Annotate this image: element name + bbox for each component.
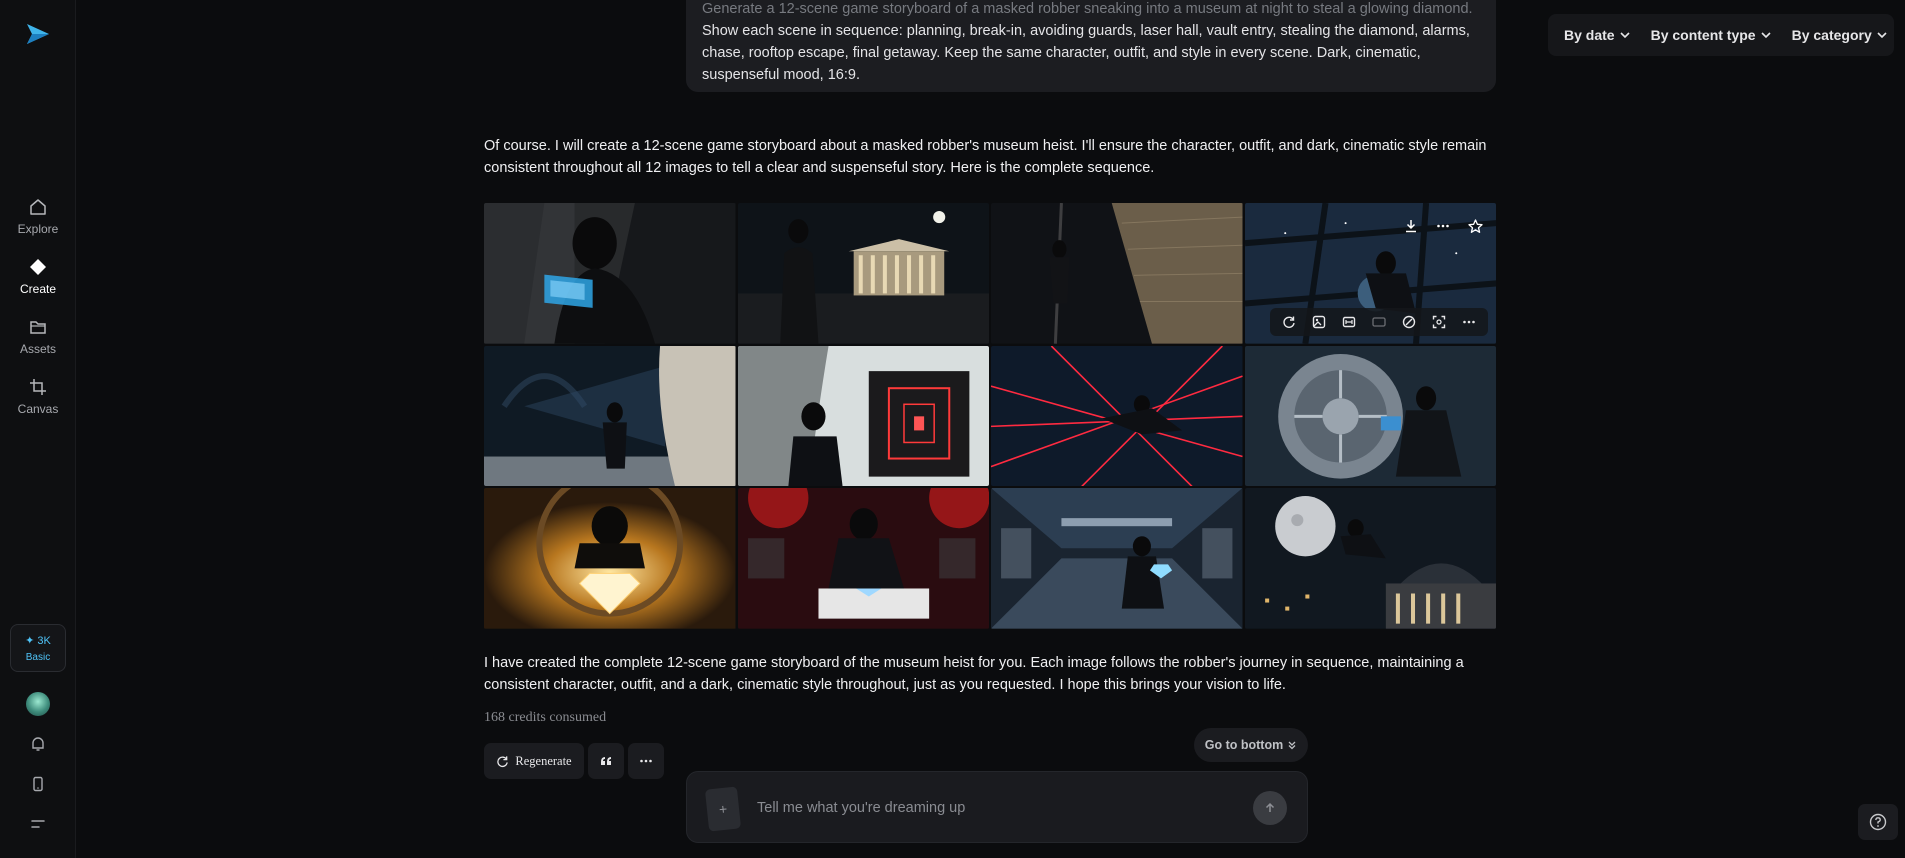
scene-museum-exterior [737, 203, 989, 344]
plan-label: Basic [25, 651, 51, 663]
avatar[interactable] [26, 692, 50, 716]
arrow-up-icon [1265, 802, 1275, 812]
refresh-icon[interactable] [1278, 311, 1300, 333]
prompt-first-line: Generate a 12-scene game storyboard of a… [702, 1, 1473, 17]
scene-chase [991, 488, 1243, 629]
credits-consumed: 168 credits consumed [484, 710, 607, 725]
credits-badge[interactable]: ✦ 3K Basic [10, 624, 66, 672]
home-icon [27, 196, 49, 218]
nav-canvas[interactable]: Canvas [0, 376, 76, 416]
menu-icon[interactable] [26, 812, 50, 836]
filter-bar: By date By content type By category [1548, 14, 1894, 56]
storyboard-image-11[interactable] [991, 488, 1243, 629]
storyboard-image-5[interactable] [484, 345, 736, 487]
nav-explore[interactable]: Explore [0, 196, 76, 236]
chevron-down-icon [1620, 32, 1630, 39]
scene-laser-corridor [737, 345, 989, 487]
storyboard-image-1[interactable] [484, 203, 736, 344]
storyboard-image-7[interactable] [991, 345, 1243, 487]
folder-icon [27, 316, 49, 338]
chevron-down-icon [1877, 32, 1887, 39]
image-edit-icon[interactable] [1308, 311, 1330, 333]
storyboard-grid [484, 203, 1496, 629]
quote-icon [601, 757, 611, 765]
filter-by-date[interactable]: By date [1556, 21, 1639, 49]
go-to-bottom-label: Go to bottom [1204, 738, 1284, 752]
refresh-icon [497, 755, 509, 767]
more-options-icon[interactable] [1458, 311, 1480, 333]
storyboard-image-6[interactable] [737, 345, 989, 487]
bell-icon[interactable] [26, 732, 50, 756]
more-options-icon[interactable] [1430, 213, 1456, 239]
image-edit-toolbar [1270, 307, 1488, 336]
prompt-composer: + [686, 771, 1308, 843]
assistant-reply-outro: I have created the complete 12-scene gam… [484, 655, 1464, 693]
expand-icon[interactable] [1338, 311, 1360, 333]
credits-amount: ✦ 3K [25, 634, 51, 647]
scene-avoiding-guard [484, 345, 736, 487]
go-to-bottom-button[interactable]: Go to bottom [1194, 728, 1308, 762]
storyboard-image-3[interactable] [991, 203, 1243, 344]
more-options-icon [640, 759, 652, 763]
filter-by-date-label: By date [1564, 27, 1615, 43]
storyboard-image-4[interactable] [1244, 203, 1496, 344]
help-button[interactable] [1858, 804, 1898, 840]
more-actions-button[interactable] [628, 743, 664, 779]
scene-rooftop-escape [1244, 488, 1496, 629]
storyboard-image-12[interactable] [1244, 488, 1496, 629]
scene-climbing-wall [991, 203, 1243, 344]
diamond-icon [27, 256, 49, 278]
star-icon[interactable] [1462, 213, 1488, 239]
nav-assets-label: Assets [19, 342, 56, 356]
quote-button[interactable] [588, 743, 624, 779]
prompt-text: Show each scene in sequence: planning, b… [702, 23, 1470, 83]
nav-explore-label: Explore [17, 222, 59, 236]
scene-planning [484, 203, 736, 344]
upscale-icon[interactable] [1428, 311, 1450, 333]
filter-by-content-type-label: By content type [1650, 27, 1756, 43]
scene-laser-hall-jump [991, 345, 1243, 487]
crop-icon [27, 376, 49, 398]
scene-glowing-diamond [484, 488, 736, 629]
storyboard-image-10[interactable] [737, 488, 989, 629]
scene-stealing-diamond-alarm [737, 488, 989, 629]
filter-by-category[interactable]: By category [1784, 21, 1896, 49]
storyboard-image-9[interactable] [484, 488, 736, 629]
nav-create[interactable]: Create [0, 256, 76, 296]
scene-vault-cracking [1244, 345, 1496, 487]
hd-icon[interactable] [1368, 311, 1390, 333]
storyboard-image-8[interactable] [1244, 345, 1496, 487]
filter-by-content-type[interactable]: By content type [1643, 21, 1780, 49]
nav-assets[interactable]: Assets [0, 316, 76, 356]
paper-plane-logo[interactable] [24, 20, 52, 48]
chevron-down-icon [1761, 32, 1771, 39]
send-button[interactable] [1253, 791, 1287, 825]
style-icon[interactable] [1398, 311, 1420, 333]
regenerate-label: Regenerate [515, 753, 572, 768]
mobile-icon[interactable] [26, 772, 50, 796]
question-icon [1869, 813, 1887, 831]
plus-icon: + [718, 800, 728, 818]
add-reference-button[interactable]: + [704, 786, 742, 832]
prompt-input[interactable] [757, 796, 1217, 820]
filter-by-category-label: By category [1791, 27, 1872, 43]
regenerate-button[interactable]: Regenerate [484, 743, 584, 779]
nav-canvas-label: Canvas [17, 402, 59, 416]
double-chevron-down-icon [1288, 741, 1296, 750]
sidebar: Explore Create Assets Canvas ✦ 3K Basic [0, 0, 76, 858]
nav-create-label: Create [19, 282, 57, 296]
image-quick-actions [1398, 211, 1488, 241]
user-prompt-bubble: Generate a 12-scene game storyboard of a… [686, 0, 1496, 92]
download-icon[interactable] [1398, 213, 1424, 239]
storyboard-image-2[interactable] [737, 203, 989, 344]
assistant-reply-intro: Of course. I will create a 12-scene game… [484, 138, 1487, 176]
